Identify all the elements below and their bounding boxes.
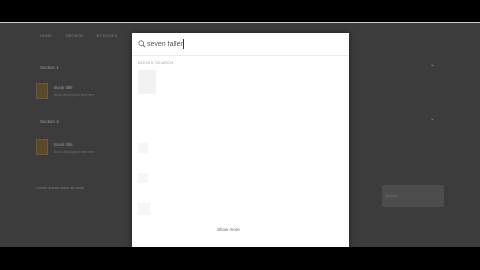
book-title: Book title [54,142,73,147]
chevron-down-icon: ⌄ [430,62,436,68]
loading-placeholder [138,143,148,153]
chevron-down-icon: ⌄ [430,116,436,122]
nav-item-my-books: MY BOOKS [96,33,118,38]
nav-item-browse: BROWSE [66,33,84,38]
search-input[interactable] [147,38,297,50]
result-thumbnail[interactable] [138,70,156,94]
show-more-button[interactable]: Show more [217,227,240,232]
loading-placeholder [138,173,148,183]
section-label: BOOKS SEARCH [138,60,174,65]
footer-text: Lorem ipsum dolor sit amet [36,185,85,190]
search-modal: BOOKS SEARCH Show more [132,33,349,247]
search-bar [132,33,349,56]
section-heading: Section 2 [40,119,59,124]
section-heading: Section 1 [40,65,59,70]
book-cover [36,139,48,155]
action-button-label: Action [386,193,398,198]
search-icon [138,40,146,48]
action-button[interactable]: Action [382,185,444,207]
text-cursor [183,39,184,49]
book-cover [36,83,48,99]
loading-placeholder [138,203,150,215]
book-subtitle: Book description text here [54,93,95,97]
book-subtitle: Book description text here [54,150,95,154]
book-title: Book title [54,85,73,90]
nav-item-home: HOME [40,33,52,38]
